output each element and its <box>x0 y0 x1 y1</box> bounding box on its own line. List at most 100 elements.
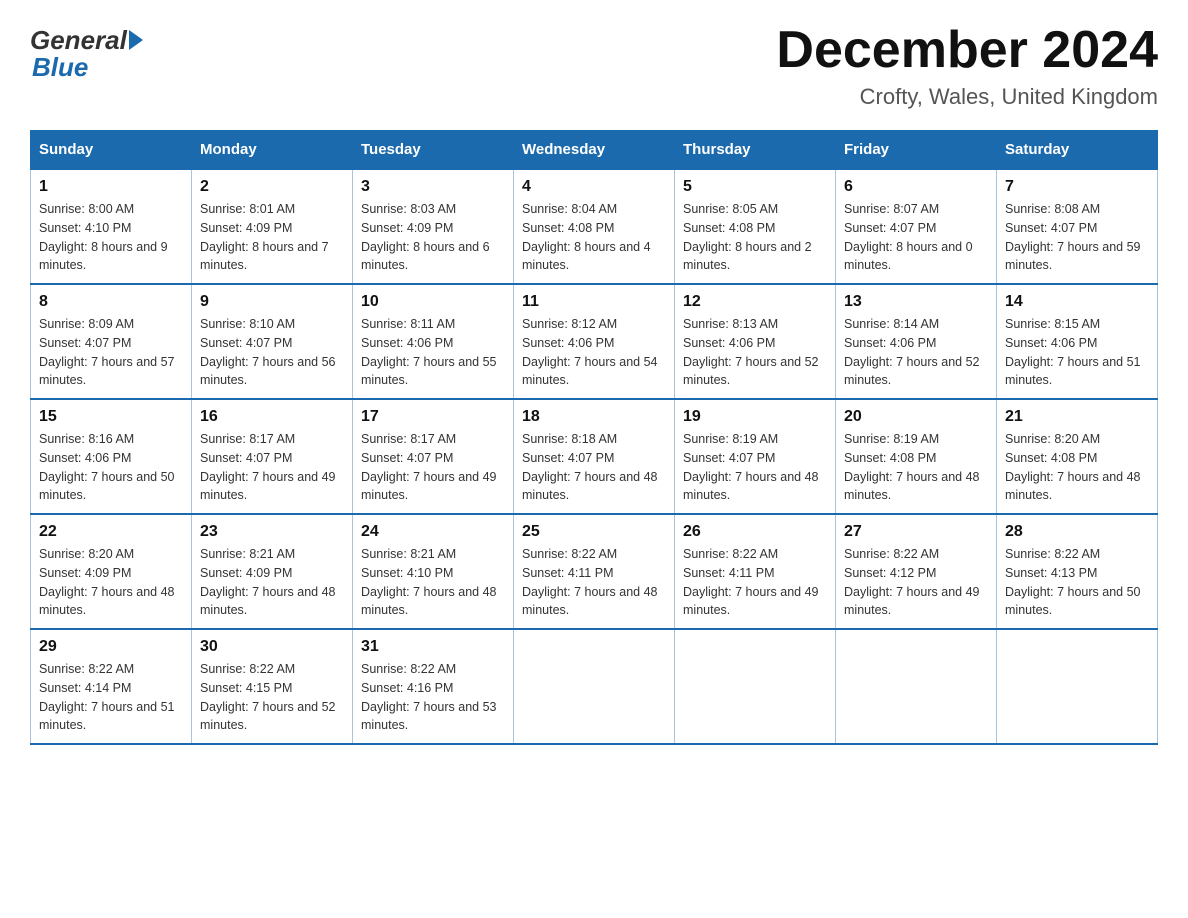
calendar-cell: 3 Sunrise: 8:03 AMSunset: 4:09 PMDaylight… <box>353 169 514 284</box>
calendar-cell: 2 Sunrise: 8:01 AMSunset: 4:09 PMDaylight… <box>192 169 353 284</box>
day-info: Sunrise: 8:20 AMSunset: 4:08 PMDaylight:… <box>1005 430 1149 505</box>
day-info: Sunrise: 8:04 AMSunset: 4:08 PMDaylight:… <box>522 200 666 275</box>
day-number: 18 <box>522 408 666 426</box>
calendar-cell <box>836 629 997 744</box>
day-number: 15 <box>39 408 183 426</box>
day-info: Sunrise: 8:17 AMSunset: 4:07 PMDaylight:… <box>361 430 505 505</box>
day-number: 29 <box>39 638 183 656</box>
day-info: Sunrise: 8:18 AMSunset: 4:07 PMDaylight:… <box>522 430 666 505</box>
day-info: Sunrise: 8:22 AMSunset: 4:12 PMDaylight:… <box>844 545 988 620</box>
calendar-cell: 10 Sunrise: 8:11 AMSunset: 4:06 PMDayligh… <box>353 284 514 399</box>
calendar-cell: 8Sunrise: 8:09 AMSunset: 4:07 PMDaylight… <box>31 284 192 399</box>
calendar-week-3: 15 Sunrise: 8:16 AMSunset: 4:06 PMDayligh… <box>31 399 1158 514</box>
day-number: 12 <box>683 293 827 311</box>
day-info: Sunrise: 8:13 AMSunset: 4:06 PMDaylight:… <box>683 315 827 390</box>
calendar-cell: 11Sunrise: 8:12 AMSunset: 4:06 PMDayligh… <box>514 284 675 399</box>
calendar-cell: 21Sunrise: 8:20 AMSunset: 4:08 PMDayligh… <box>997 399 1158 514</box>
calendar-cell: 18 Sunrise: 8:18 AMSunset: 4:07 PMDayligh… <box>514 399 675 514</box>
day-info: Sunrise: 8:22 AMSunset: 4:11 PMDaylight:… <box>683 545 827 620</box>
day-info: Sunrise: 8:03 AMSunset: 4:09 PMDaylight:… <box>361 200 505 275</box>
calendar-cell: 20 Sunrise: 8:19 AMSunset: 4:08 PMDayligh… <box>836 399 997 514</box>
calendar-cell: 19Sunrise: 8:19 AMSunset: 4:07 PMDayligh… <box>675 399 836 514</box>
day-info: Sunrise: 8:10 AMSunset: 4:07 PMDaylight:… <box>200 315 344 390</box>
calendar-cell: 7Sunrise: 8:08 AMSunset: 4:07 PMDaylight… <box>997 169 1158 284</box>
day-info: Sunrise: 8:05 AMSunset: 4:08 PMDaylight:… <box>683 200 827 275</box>
day-info: Sunrise: 8:17 AMSunset: 4:07 PMDaylight:… <box>200 430 344 505</box>
day-number: 2 <box>200 178 344 196</box>
col-header-sunday: Sunday <box>31 131 192 170</box>
logo: General Blue <box>30 20 143 83</box>
calendar-cell: 25 Sunrise: 8:22 AMSunset: 4:11 PMDayligh… <box>514 514 675 629</box>
subtitle: Crofty, Wales, United Kingdom <box>776 84 1158 110</box>
day-info: Sunrise: 8:21 AMSunset: 4:09 PMDaylight:… <box>200 545 344 620</box>
calendar-cell: 13Sunrise: 8:14 AMSunset: 4:06 PMDayligh… <box>836 284 997 399</box>
calendar-cell: 12 Sunrise: 8:13 AMSunset: 4:06 PMDayligh… <box>675 284 836 399</box>
calendar-week-1: 1Sunrise: 8:00 AMSunset: 4:10 PMDaylight… <box>31 169 1158 284</box>
day-info: Sunrise: 8:16 AMSunset: 4:06 PMDaylight:… <box>39 430 183 505</box>
calendar-cell: 5 Sunrise: 8:05 AMSunset: 4:08 PMDaylight… <box>675 169 836 284</box>
day-number: 20 <box>844 408 988 426</box>
day-number: 19 <box>683 408 827 426</box>
day-info: Sunrise: 8:22 AMSunset: 4:15 PMDaylight:… <box>200 660 344 735</box>
day-info: Sunrise: 8:20 AMSunset: 4:09 PMDaylight:… <box>39 545 183 620</box>
day-info: Sunrise: 8:11 AMSunset: 4:06 PMDaylight:… <box>361 315 505 390</box>
calendar-cell: 15 Sunrise: 8:16 AMSunset: 4:06 PMDayligh… <box>31 399 192 514</box>
day-info: Sunrise: 8:01 AMSunset: 4:09 PMDaylight:… <box>200 200 344 275</box>
calendar-cell: 28Sunrise: 8:22 AMSunset: 4:13 PMDayligh… <box>997 514 1158 629</box>
col-header-wednesday: Wednesday <box>514 131 675 170</box>
calendar-cell: 24Sunrise: 8:21 AMSunset: 4:10 PMDayligh… <box>353 514 514 629</box>
day-number: 30 <box>200 638 344 656</box>
calendar-cell <box>514 629 675 744</box>
day-info: Sunrise: 8:22 AMSunset: 4:16 PMDaylight:… <box>361 660 505 735</box>
col-header-thursday: Thursday <box>675 131 836 170</box>
day-info: Sunrise: 8:22 AMSunset: 4:14 PMDaylight:… <box>39 660 183 735</box>
day-info: Sunrise: 8:08 AMSunset: 4:07 PMDaylight:… <box>1005 200 1149 275</box>
day-number: 3 <box>361 178 505 196</box>
logo-arrow-icon <box>129 30 143 50</box>
day-number: 26 <box>683 523 827 541</box>
day-number: 9 <box>200 293 344 311</box>
day-number: 28 <box>1005 523 1149 541</box>
day-number: 31 <box>361 638 505 656</box>
col-header-monday: Monday <box>192 131 353 170</box>
main-title: December 2024 <box>776 20 1158 80</box>
col-header-friday: Friday <box>836 131 997 170</box>
day-number: 6 <box>844 178 988 196</box>
day-info: Sunrise: 8:19 AMSunset: 4:08 PMDaylight:… <box>844 430 988 505</box>
calendar-table: SundayMondayTuesdayWednesdayThursdayFrid… <box>30 130 1158 745</box>
day-number: 25 <box>522 523 666 541</box>
calendar-cell: 16 Sunrise: 8:17 AMSunset: 4:07 PMDayligh… <box>192 399 353 514</box>
day-number: 16 <box>200 408 344 426</box>
calendar-cell: 1Sunrise: 8:00 AMSunset: 4:10 PMDaylight… <box>31 169 192 284</box>
calendar-cell: 27 Sunrise: 8:22 AMSunset: 4:12 PMDayligh… <box>836 514 997 629</box>
day-number: 27 <box>844 523 988 541</box>
calendar-cell: 14 Sunrise: 8:15 AMSunset: 4:06 PMDayligh… <box>997 284 1158 399</box>
calendar-cell <box>997 629 1158 744</box>
day-info: Sunrise: 8:22 AMSunset: 4:11 PMDaylight:… <box>522 545 666 620</box>
page-header: General Blue December 2024 Crofty, Wales… <box>30 20 1158 110</box>
calendar-cell <box>675 629 836 744</box>
calendar-cell: 4 Sunrise: 8:04 AMSunset: 4:08 PMDaylight… <box>514 169 675 284</box>
calendar-cell: 22 Sunrise: 8:20 AMSunset: 4:09 PMDayligh… <box>31 514 192 629</box>
day-number: 23 <box>200 523 344 541</box>
calendar-cell: 23 Sunrise: 8:21 AMSunset: 4:09 PMDayligh… <box>192 514 353 629</box>
day-number: 14 <box>1005 293 1149 311</box>
day-number: 11 <box>522 293 666 311</box>
day-info: Sunrise: 8:00 AMSunset: 4:10 PMDaylight:… <box>39 200 183 275</box>
day-number: 5 <box>683 178 827 196</box>
day-info: Sunrise: 8:07 AMSunset: 4:07 PMDaylight:… <box>844 200 988 275</box>
calendar-week-4: 22 Sunrise: 8:20 AMSunset: 4:09 PMDayligh… <box>31 514 1158 629</box>
calendar-cell: 6 Sunrise: 8:07 AMSunset: 4:07 PMDaylight… <box>836 169 997 284</box>
day-number: 4 <box>522 178 666 196</box>
day-info: Sunrise: 8:15 AMSunset: 4:06 PMDaylight:… <box>1005 315 1149 390</box>
day-number: 10 <box>361 293 505 311</box>
day-number: 13 <box>844 293 988 311</box>
calendar-cell: 29 Sunrise: 8:22 AMSunset: 4:14 PMDayligh… <box>31 629 192 744</box>
calendar-cell: 26 Sunrise: 8:22 AMSunset: 4:11 PMDayligh… <box>675 514 836 629</box>
day-info: Sunrise: 8:21 AMSunset: 4:10 PMDaylight:… <box>361 545 505 620</box>
day-number: 17 <box>361 408 505 426</box>
calendar-cell: 9 Sunrise: 8:10 AMSunset: 4:07 PMDaylight… <box>192 284 353 399</box>
day-number: 22 <box>39 523 183 541</box>
calendar-cell: 17 Sunrise: 8:17 AMSunset: 4:07 PMDayligh… <box>353 399 514 514</box>
col-header-tuesday: Tuesday <box>353 131 514 170</box>
